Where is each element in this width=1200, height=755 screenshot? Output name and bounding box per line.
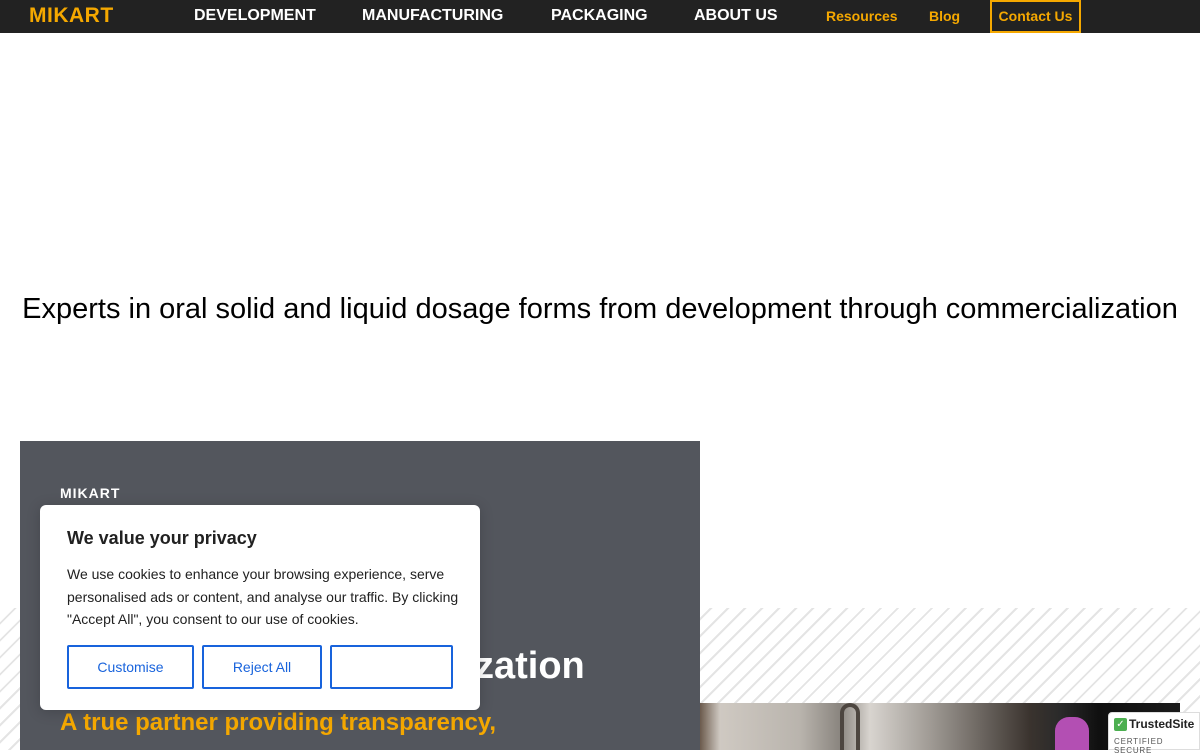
trustedsite-subtitle: CERTIFIED SECURE <box>1114 737 1164 755</box>
hero-heading: zation <box>475 645 585 687</box>
nav-item-about-us[interactable]: ABOUT US <box>694 0 778 33</box>
nav-item-manufacturing[interactable]: MANUFACTURING <box>362 0 503 33</box>
purple-cap <box>1055 717 1089 750</box>
contact-us-button[interactable]: Contact Us <box>990 0 1081 33</box>
customise-button[interactable]: Customise <box>67 645 194 689</box>
accept-all-button[interactable] <box>330 645 453 689</box>
cookie-title: We value your privacy <box>67 528 257 548</box>
hero-brand-label: MIKART <box>60 485 121 501</box>
cookie-description: We use cookies to enhance your browsing … <box>67 566 459 627</box>
machine-rail <box>840 703 860 750</box>
nav-item-resources[interactable]: Resources <box>826 0 898 33</box>
top-nav-bar: MIKART DEVELOPMENT MANUFACTURING PACKAGI… <box>0 0 1200 33</box>
trustedsite-name: TrustedSite <box>1129 717 1195 731</box>
hero-subheading: A true partner providing transparency, <box>60 709 497 736</box>
page-tagline: Experts in oral solid and liquid dosage … <box>22 293 1178 325</box>
cookie-consent-dialog: We value your privacy We use cookies to … <box>40 505 480 710</box>
check-icon: ✓ <box>1114 718 1127 731</box>
reject-all-button[interactable]: Reject All <box>202 645 322 689</box>
nav-item-development[interactable]: DEVELOPMENT <box>194 0 316 33</box>
trustedsite-badge[interactable]: ✓ TrustedSite CERTIFIED SECURE <box>1108 712 1200 755</box>
nav-item-packaging[interactable]: PACKAGING <box>551 0 648 33</box>
mikart-logo[interactable]: MIKART <box>29 5 114 27</box>
nav-item-blog[interactable]: Blog <box>929 0 960 33</box>
